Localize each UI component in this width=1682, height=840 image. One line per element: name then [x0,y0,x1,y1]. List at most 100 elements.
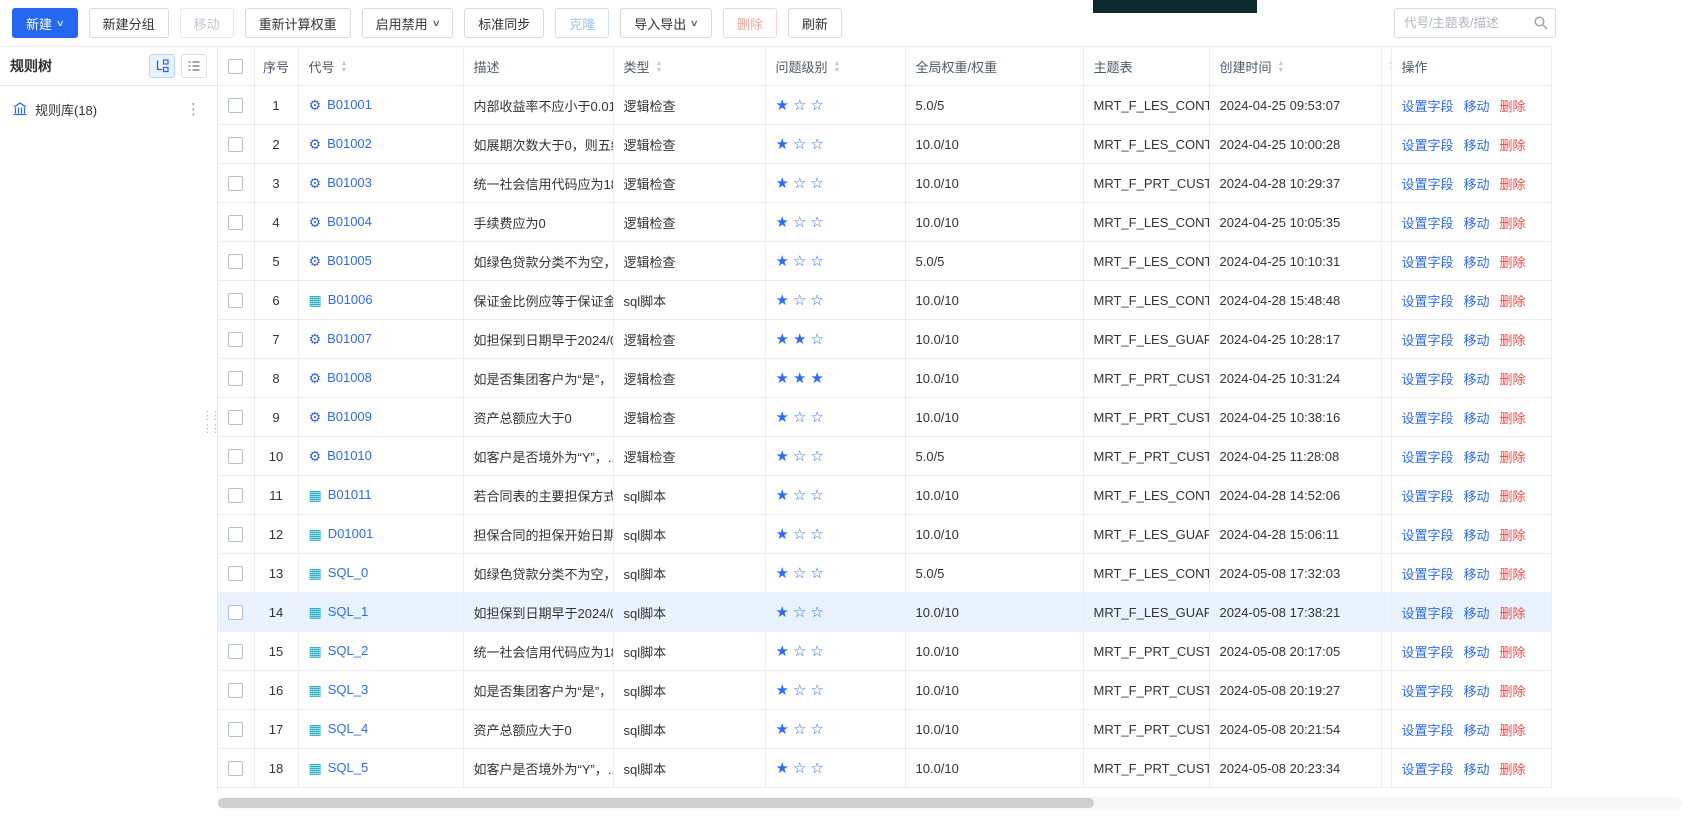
rule-code-link[interactable]: B01005 [327,253,372,268]
sidebar-resize-handle[interactable]: ⋮⋮⋮⋮ [202,410,212,436]
row-checkbox[interactable] [228,527,243,542]
column-header-level[interactable]: 问题级别▲▼ [765,47,905,86]
rule-code-link[interactable]: B01008 [327,370,372,385]
row-checkbox[interactable] [228,215,243,230]
table-row[interactable]: 8⚙B01008如是否集团客户为“是”，...逻辑检查★★★10.0/10MRT… [218,359,1551,398]
delete-link[interactable]: 删除 [1500,294,1526,309]
row-checkbox[interactable] [228,566,243,581]
rule-code-link[interactable]: B01011 [328,487,372,502]
sort-icon[interactable]: ▲▼ [656,61,663,74]
rule-code-link[interactable]: B01009 [327,409,372,424]
row-checkbox[interactable] [228,761,243,776]
set-fields-link[interactable]: 设置字段 [1402,99,1454,114]
set-fields-link[interactable]: 设置字段 [1402,255,1454,270]
table-row[interactable]: 6▦B01006保证金比例应等于保证金/合...sql脚本★☆☆10.0/10M… [218,281,1551,320]
row-checkbox[interactable] [228,605,243,620]
rule-code-link[interactable]: SQL_0 [328,565,368,580]
enable-disable-button[interactable]: 启用禁用∨ [362,8,454,38]
move-link[interactable]: 移动 [1464,294,1490,309]
new-group-button[interactable]: 新建分组 [89,8,169,38]
row-checkbox[interactable] [228,137,243,152]
standard-sync-button[interactable]: 标准同步 [464,8,544,38]
rule-code-link[interactable]: SQL_5 [328,760,368,775]
set-fields-link[interactable]: 设置字段 [1402,606,1454,621]
delete-link[interactable]: 删除 [1500,762,1526,777]
delete-link[interactable]: 删除 [1500,489,1526,504]
row-checkbox[interactable] [228,176,243,191]
delete-link[interactable]: 删除 [1500,645,1526,660]
move-link[interactable]: 移动 [1464,645,1490,660]
search-icon[interactable] [1533,15,1549,31]
table-row[interactable]: 3⚙B01003统一社会信用代码应为18位逻辑检查★☆☆10.0/10MRT_F… [218,164,1551,203]
move-link[interactable]: 移动 [1464,567,1490,582]
delete-link[interactable]: 删除 [1500,216,1526,231]
set-fields-link[interactable]: 设置字段 [1402,411,1454,426]
table-row[interactable]: 11▦B01011若合同表的主要担保方式为...sql脚本★☆☆10.0/10M… [218,476,1551,515]
row-checkbox[interactable] [228,254,243,269]
move-link[interactable]: 移动 [1464,177,1490,192]
rule-code-link[interactable]: B01003 [327,175,372,190]
set-fields-link[interactable]: 设置字段 [1402,723,1454,738]
sort-icon[interactable]: ▲▼ [1278,61,1285,74]
table-row[interactable]: 9⚙B01009资产总额应大于0逻辑检查★☆☆10.0/10MRT_F_PRT_… [218,398,1551,437]
new-button[interactable]: 新建∨ [12,8,78,38]
table-row[interactable]: 16▦SQL_3如是否集团客户为“是”，...sql脚本★☆☆10.0/10MR… [218,671,1551,710]
refresh-button[interactable]: 刷新 [788,8,842,38]
row-checkbox[interactable] [228,683,243,698]
horizontal-scrollbar[interactable] [218,797,1682,809]
move-link[interactable]: 移动 [1464,606,1490,621]
column-header-type[interactable]: 类型▲▼ [613,47,765,86]
rule-code-link[interactable]: B01001 [327,97,372,112]
move-link[interactable]: 移动 [1464,684,1490,699]
row-checkbox[interactable] [228,722,243,737]
table-row[interactable]: 13▦SQL_0如绿色贷款分类不为空，则...sql脚本★☆☆5.0/5MRT_… [218,554,1551,593]
delete-link[interactable]: 删除 [1500,99,1526,114]
move-link[interactable]: 移动 [1464,723,1490,738]
rule-code-link[interactable]: B01007 [327,331,372,346]
set-fields-link[interactable]: 设置字段 [1402,645,1454,660]
set-fields-link[interactable]: 设置字段 [1402,684,1454,699]
move-link[interactable]: 移动 [1464,489,1490,504]
horizontal-scrollbar-thumb[interactable] [218,798,1094,808]
more-icon[interactable]: ⋮ [182,100,205,119]
set-fields-link[interactable]: 设置字段 [1402,528,1454,543]
column-header-created[interactable]: 创建时间▲▼ [1209,47,1381,86]
row-checkbox[interactable] [228,449,243,464]
sort-icon[interactable]: ▲▼ [834,61,841,74]
recalculate-weight-button[interactable]: 重新计算权重 [245,8,351,38]
rule-code-link[interactable]: B01006 [328,292,373,307]
table-row[interactable]: 4⚙B01004手续费应为0逻辑检查★☆☆10.0/10MRT_F_LES_CO… [218,203,1551,242]
rule-code-link[interactable]: SQL_1 [328,604,368,619]
set-fields-link[interactable]: 设置字段 [1402,450,1454,465]
move-link[interactable]: 移动 [1464,762,1490,777]
row-checkbox[interactable] [228,644,243,659]
delete-link[interactable]: 删除 [1500,411,1526,426]
move-link[interactable]: 移动 [1464,372,1490,387]
table-row[interactable]: 14▦SQL_1如担保到日期早于2024/03/...sql脚本★☆☆10.0/… [218,593,1551,632]
tree-item-rule-library[interactable]: 规则库(18) ⋮ [0,92,217,126]
table-row[interactable]: 18▦SQL_5如客户是否境外为“Y”，...sql脚本★☆☆10.0/10MR… [218,749,1551,788]
row-checkbox[interactable] [228,293,243,308]
move-link[interactable]: 移动 [1464,411,1490,426]
search-input[interactable] [1394,8,1556,38]
column-header-code[interactable]: 代号▲▼ [298,47,463,86]
row-checkbox[interactable] [228,98,243,113]
move-link[interactable]: 移动 [1464,450,1490,465]
table-row[interactable]: 5⚙B01005如绿色贷款分类不为空，则...逻辑检查★☆☆5.0/5MRT_F… [218,242,1551,281]
delete-link[interactable]: 删除 [1500,723,1526,738]
set-fields-link[interactable]: 设置字段 [1402,372,1454,387]
delete-link[interactable]: 删除 [1500,567,1526,582]
delete-link[interactable]: 删除 [1500,684,1526,699]
table-row[interactable]: 17▦SQL_4资产总额应大于0sql脚本★☆☆10.0/10MRT_F_PRT… [218,710,1551,749]
delete-link[interactable]: 删除 [1500,138,1526,153]
table-row[interactable]: 1⚙B01001内部收益率不应小于0.01逻辑检查★☆☆5.0/5MRT_F_L… [218,86,1551,125]
delete-link[interactable]: 删除 [1500,333,1526,348]
row-checkbox[interactable] [228,371,243,386]
table-row[interactable]: 12▦D01001担保合同的担保开始日期应...sql脚本★☆☆10.0/10M… [218,515,1551,554]
table-row[interactable]: 15▦SQL_2统一社会信用代码应为18位sql脚本★☆☆10.0/10MRT_… [218,632,1551,671]
import-export-button[interactable]: 导入导出∨ [620,8,712,38]
column-header-sliver[interactable]: ▲▼ [1381,47,1391,86]
set-fields-link[interactable]: 设置字段 [1402,762,1454,777]
rule-code-link[interactable]: B01010 [327,448,372,463]
rule-code-link[interactable]: SQL_3 [328,682,368,697]
